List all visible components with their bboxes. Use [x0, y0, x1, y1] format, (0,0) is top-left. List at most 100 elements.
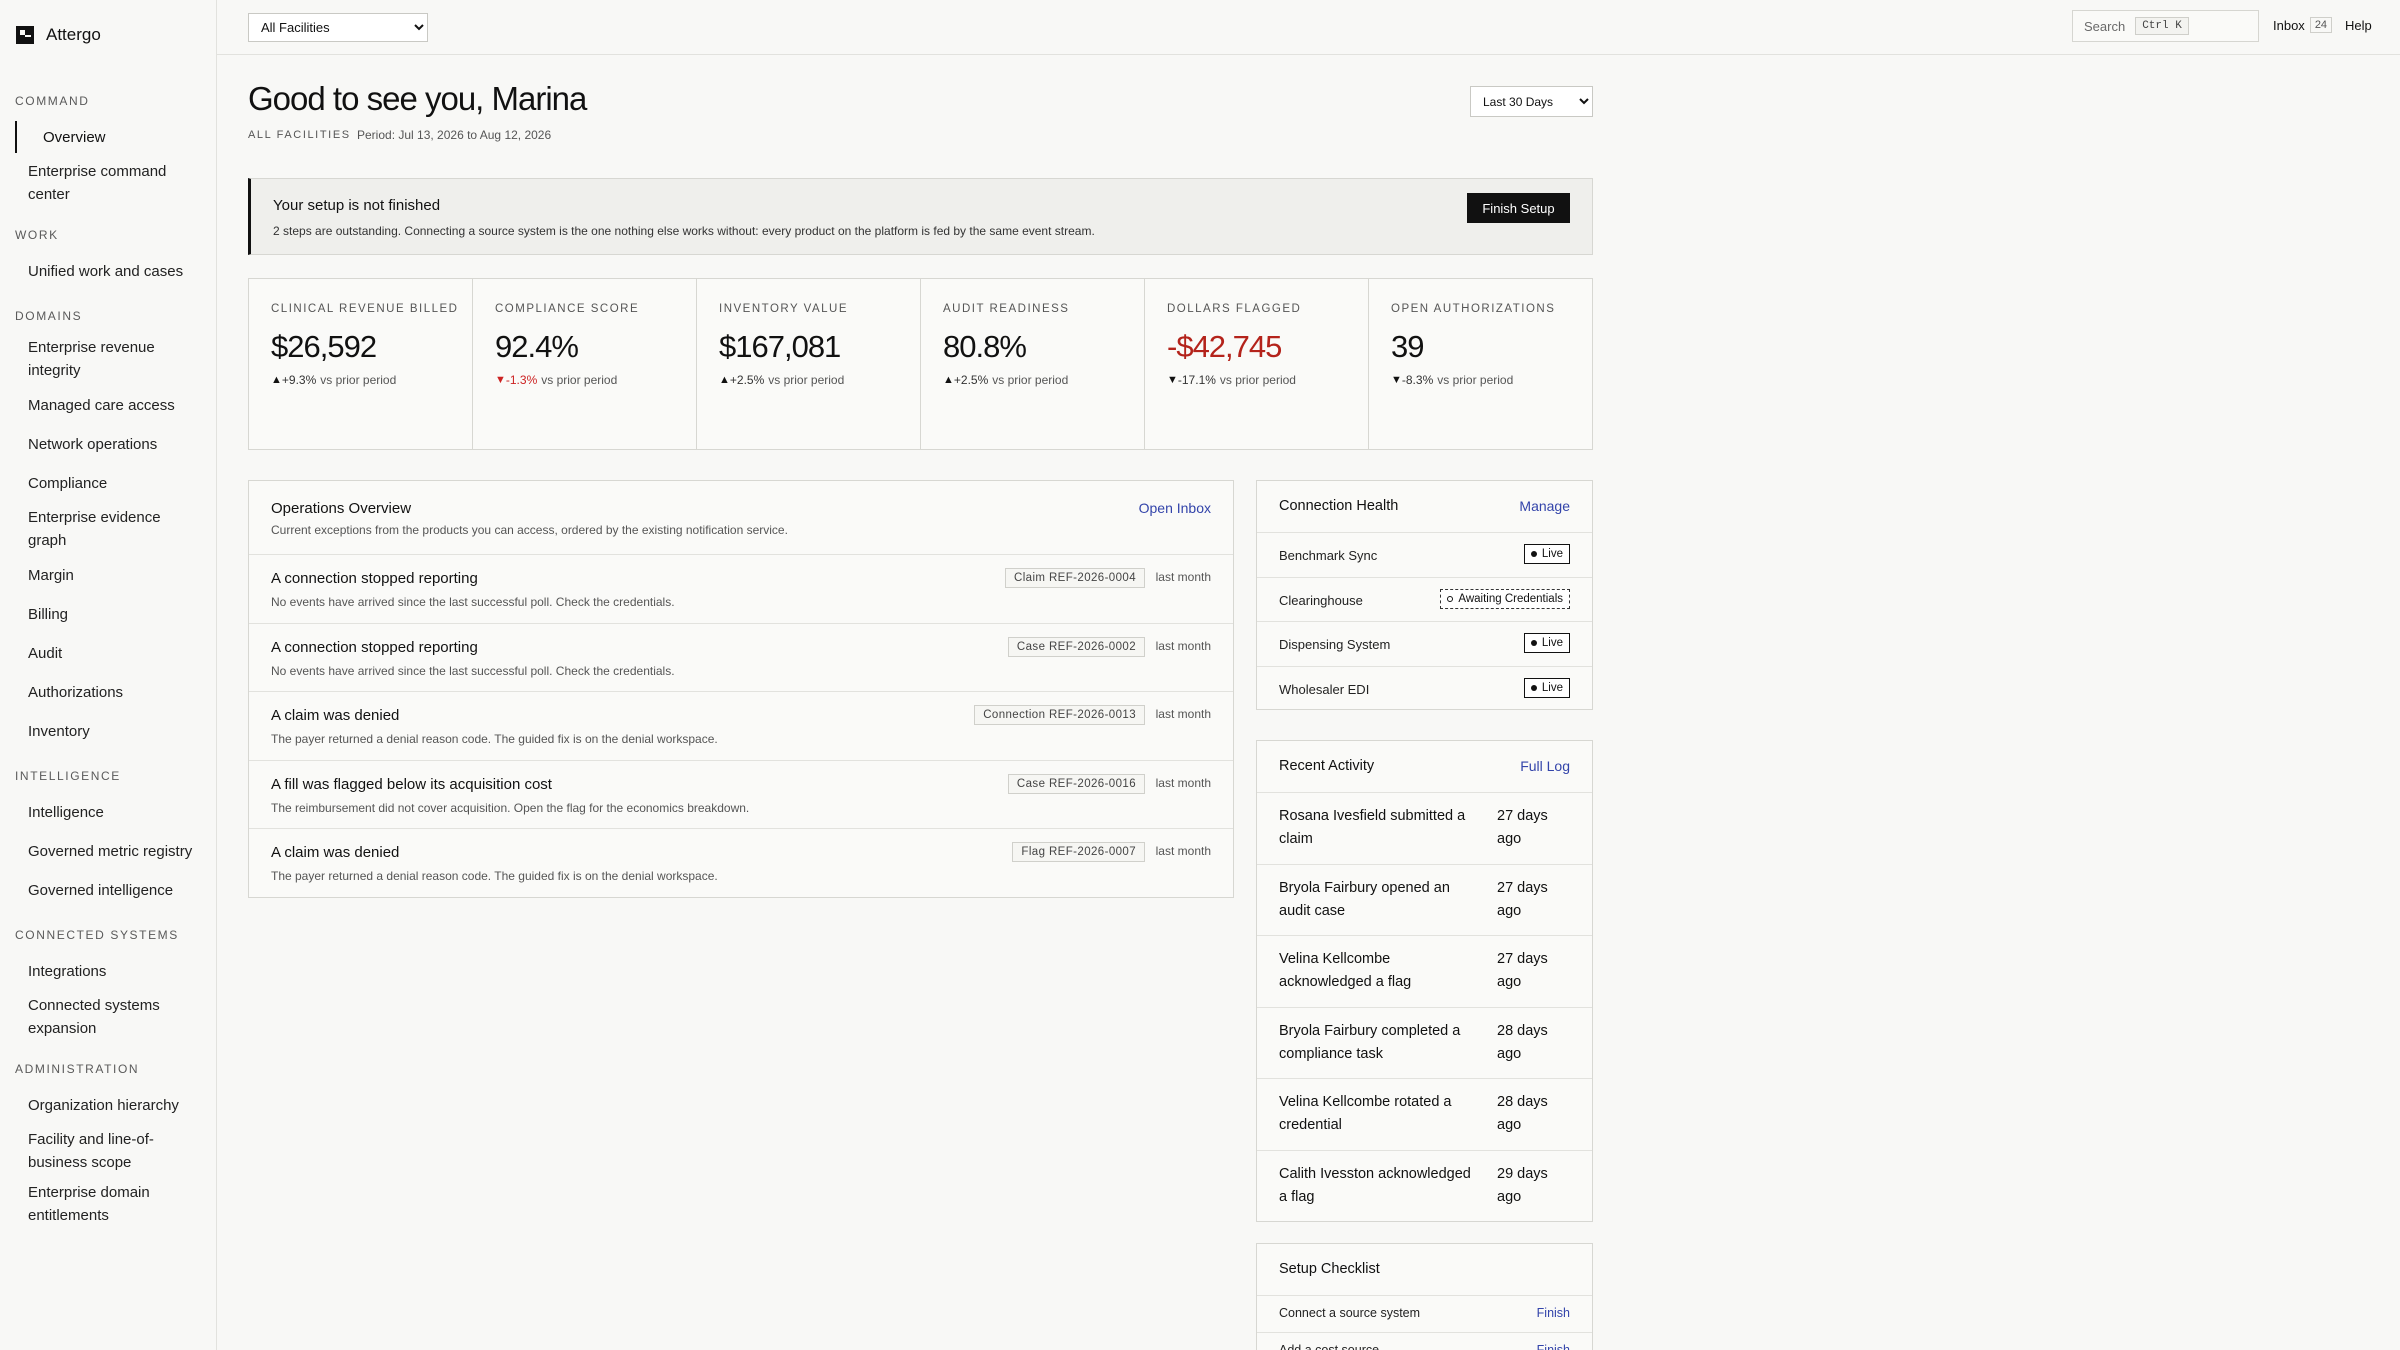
activity-row[interactable]: Rosana Ivesfield submitted a claim 27 day…: [1257, 793, 1592, 865]
sidebar-item-inventory[interactable]: Inventory: [0, 715, 216, 747]
reference-badge[interactable]: Flag REF-2026-0007: [1012, 842, 1145, 862]
kpi-card-clinical-revenue-billed: CLINICAL REVENUE BILLED $26,592 ▲ +9.3% vs p…: [249, 279, 473, 449]
kpi-delta-value: +2.5%: [729, 373, 765, 387]
kpi-label: AUDIT READINESS: [943, 303, 1070, 315]
sidebar-item-label: Overview: [43, 128, 106, 146]
manage-connections-link[interactable]: Manage: [1519, 498, 1570, 514]
kpi-value: 92.4%: [495, 329, 579, 364]
arrow-down-icon: ▼: [1391, 374, 1402, 386]
operations-row-description: The payer returned a denial reason code.…: [271, 869, 718, 883]
recent-activity-title: Recent Activity: [1279, 758, 1375, 774]
reference-badge[interactable]: Claim REF-2026-0004: [1004, 568, 1145, 588]
connection-health-title: Connection Health: [1279, 498, 1399, 514]
connection-row-clearinghouse[interactable]: Clearinghouse Awaiting Credentials: [1257, 578, 1592, 623]
sidebar-item-governed-metric-registry[interactable]: Governed metric registry: [0, 835, 216, 867]
sidebar-item-compliance[interactable]: Compliance: [0, 467, 216, 499]
status-live-dot-icon: [1530, 685, 1537, 692]
sidebar-item-enterprise-revenue-integrity[interactable]: Enterprise revenue integrity: [0, 336, 216, 382]
brand[interactable]: Attergo: [0, 0, 216, 70]
setup-banner: Your setup is not finished 2 steps are o…: [248, 178, 1593, 255]
connection-row-benchmark-sync[interactable]: Benchmark Sync Live: [1257, 533, 1592, 578]
kpi-value: 39: [1391, 329, 1424, 364]
sidebar-item-label: Inventory: [28, 722, 90, 740]
kpi-card-inventory-value: INVENTORY VALUE $167,081 ▲ +2.5% vs prior pe…: [697, 279, 921, 449]
reference-badge[interactable]: Case REF-2026-0002: [1007, 636, 1145, 657]
sidebar-nav: COMMAND Overview Enterprise command center…: [0, 92, 216, 1227]
operations-row-title: A connection stopped reporting: [271, 638, 478, 656]
brand-logo-icon: [16, 26, 34, 44]
activity-time: 28 days ago: [1497, 1022, 1548, 1062]
status-live-dot-icon: [1530, 640, 1537, 647]
facility-select[interactable]: All Facilities: [248, 13, 428, 42]
activity-row[interactable]: Bryola Fairbury completed a compliance t…: [1257, 1008, 1592, 1079]
checklist-finish-link[interactable]: Finish: [1537, 1343, 1570, 1350]
operations-row[interactable]: A fill was flagged below its acquisition…: [249, 761, 1233, 829]
arrow-up-icon: ▲: [719, 374, 730, 386]
nav-section-domains: DOMAINS: [15, 309, 83, 323]
sidebar: Attergo COMMAND Overview Enterprise comman…: [0, 0, 217, 1350]
sidebar-item-enterprise-evidence-graph[interactable]: Enterprise evidence graph: [0, 506, 216, 552]
activity-time: 27 days ago: [1497, 808, 1548, 847]
sidebar-item-integrations[interactable]: Integrations: [0, 955, 216, 987]
setup-banner-description: 2 steps are outstanding. Connecting a so…: [273, 224, 1095, 238]
search-shortcut: Ctrl K: [2135, 17, 2189, 35]
connection-row-wholesaler-edi[interactable]: Wholesaler EDI Live: [1257, 667, 1592, 712]
sidebar-item-overview[interactable]: Overview: [15, 121, 216, 153]
sidebar-item-facility-and-line-of-business-scope[interactable]: Facility and line-of-business scope: [0, 1128, 216, 1174]
reference-badge[interactable]: Connection REF-2026-0013: [974, 705, 1145, 725]
sidebar-item-billing[interactable]: Billing: [0, 598, 216, 630]
kpi-strip: CLINICAL REVENUE BILLED $26,592 ▲ +9.3% vs p…: [248, 278, 1593, 450]
connection-row-dispensing-system[interactable]: Dispensing System Live: [1257, 622, 1592, 668]
sidebar-item-managed-care-access[interactable]: Managed care access: [0, 389, 216, 421]
sidebar-item-connected-systems-expansion[interactable]: Connected systems expansion: [0, 994, 216, 1040]
brand-name: Attergo: [46, 25, 101, 44]
open-inbox-link[interactable]: Open Inbox: [1139, 500, 1211, 516]
setup-checklist-title: Setup Checklist: [1279, 1261, 1380, 1277]
checklist-row: Add a cost source Finish: [1257, 1333, 1592, 1350]
scope-label: ALL FACILITIES: [248, 129, 351, 141]
full-log-link[interactable]: Full Log: [1520, 758, 1570, 774]
date-range-select[interactable]: Last 30 Days: [1470, 86, 1593, 117]
activity-row[interactable]: Bryola Fairbury opened an audit case 27 d…: [1257, 865, 1592, 936]
inbox-link[interactable]: Inbox 24: [2273, 17, 2333, 33]
operations-row[interactable]: A claim was denied The payer returned a d…: [249, 829, 1233, 898]
activity-time: 28 days ago: [1497, 1094, 1548, 1133]
sidebar-item-label: Facility and line-of-business scope: [28, 1131, 154, 1171]
sidebar-item-label: Managed care access: [28, 396, 175, 414]
operations-row[interactable]: A claim was denied The payer returned a d…: [249, 692, 1233, 761]
arrow-up-icon: ▲: [271, 374, 282, 386]
reference-badge[interactable]: Case REF-2026-0016: [1007, 773, 1145, 794]
kpi-label: INVENTORY VALUE: [719, 303, 849, 315]
sidebar-item-enterprise-command-center[interactable]: Enterprise command center: [0, 160, 216, 206]
finish-setup-button[interactable]: Finish Setup: [1467, 193, 1570, 223]
kpi-delta-value: +2.5%: [953, 373, 989, 387]
operations-row-title: A claim was denied: [271, 844, 400, 861]
sidebar-item-governed-intelligence[interactable]: Governed intelligence: [0, 874, 216, 906]
sidebar-item-enterprise-domain-entitlements[interactable]: Enterprise domain entitlements: [0, 1181, 216, 1227]
kpi-value: -$42,745: [1167, 329, 1282, 364]
operations-row[interactable]: A connection stopped reporting No events …: [249, 555, 1233, 624]
status-live-dot-icon: [1530, 551, 1537, 557]
sidebar-item-intelligence[interactable]: Intelligence: [0, 796, 216, 828]
sidebar-item-authorizations[interactable]: Authorizations: [0, 676, 216, 708]
help-link[interactable]: Help: [2345, 18, 2372, 33]
sidebar-item-margin[interactable]: Margin: [0, 559, 216, 591]
sidebar-item-organization-hierarchy[interactable]: Organization hierarchy: [0, 1089, 216, 1121]
kpi-delta: ▼ -17.1% vs prior period: [1167, 373, 1368, 387]
nav-section-work: WORK: [15, 228, 59, 242]
sidebar-item-label: Enterprise revenue integrity: [28, 339, 155, 379]
sidebar-item-label: Enterprise evidence graph: [28, 509, 161, 549]
activity-row[interactable]: Calith Ivesston acknowledged a flag 29 da…: [1257, 1151, 1592, 1223]
search-input[interactable]: Search Ctrl K: [2072, 10, 2259, 42]
sidebar-item-network-operations[interactable]: Network operations: [0, 428, 216, 460]
operations-row[interactable]: A connection stopped reporting No events …: [249, 624, 1233, 692]
checklist-finish-link[interactable]: Finish: [1537, 1306, 1570, 1320]
sidebar-item-unified-work-and-cases[interactable]: Unified work and cases: [0, 255, 216, 287]
kpi-delta-value: +9.3%: [281, 373, 317, 387]
sidebar-item-audit[interactable]: Audit: [0, 637, 216, 669]
operations-row-description: The payer returned a denial reason code.…: [271, 732, 718, 746]
nav-section-administration: ADMINISTRATION: [15, 1062, 140, 1076]
activity-row[interactable]: Velina Kellcombe acknowledged a flag 27 d…: [1257, 936, 1592, 1008]
kpi-delta-value: -8.3%: [1401, 373, 1434, 387]
activity-row[interactable]: Velina Kellcombe rotated a credential 28 …: [1257, 1079, 1592, 1151]
